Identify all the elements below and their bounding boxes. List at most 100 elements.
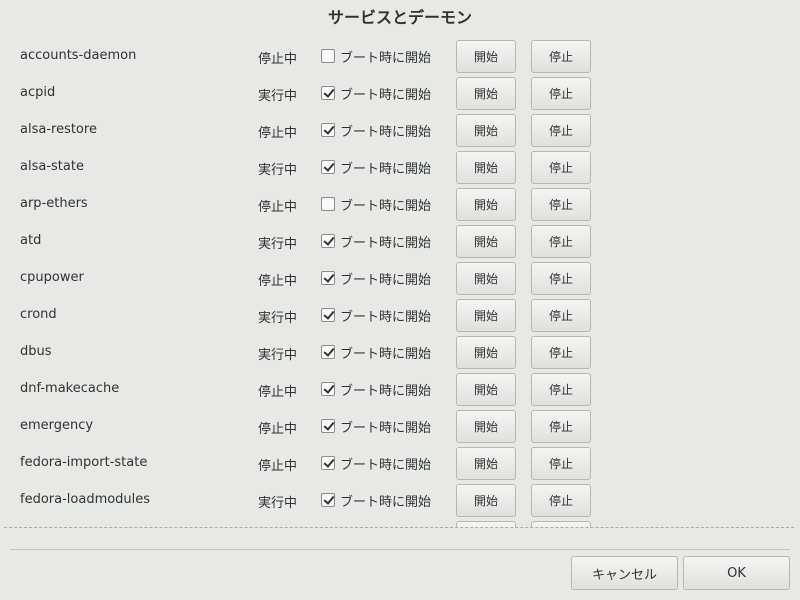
service-state: 停止中: [258, 200, 298, 215]
stop-button[interactable]: 停止: [531, 40, 591, 73]
checkbox-checked-icon[interactable]: [321, 308, 335, 322]
service-state: 停止中: [258, 422, 298, 437]
stop-button[interactable]: 停止: [531, 151, 591, 184]
service-name: dnf-makecache: [20, 381, 120, 396]
stop-button[interactable]: 停止: [531, 225, 591, 258]
service-list[interactable]: accounts-daemon 停止中 ブート時に開始 開始 停止 acpid 実行中 ブート…: [0, 38, 800, 528]
boot-start-label: ブート時に開始: [340, 457, 432, 473]
stop-button[interactable]: 停止: [531, 114, 591, 147]
start-button[interactable]: 開始: [456, 299, 516, 332]
checkbox-checked-icon[interactable]: [321, 456, 335, 470]
checkbox-checked-icon[interactable]: [321, 493, 335, 507]
start-button[interactable]: 開始: [456, 151, 516, 184]
boot-start-checkbox[interactable]: ブート時に開始: [321, 159, 432, 177]
service-state: 実行中: [258, 89, 298, 104]
checkbox-unchecked-icon[interactable]: [321, 197, 335, 211]
stop-button[interactable]: 停止: [531, 77, 591, 110]
stop-button[interactable]: 停止: [531, 188, 591, 221]
service-state: 停止中: [258, 385, 298, 400]
service-state: 停止中: [258, 52, 298, 67]
stop-button[interactable]: 停止: [531, 299, 591, 332]
boot-start-label: ブート時に開始: [340, 124, 432, 140]
start-button[interactable]: 開始: [456, 447, 516, 480]
start-button[interactable]: 開始: [456, 40, 516, 73]
service-name: fedora-import-state: [20, 455, 148, 470]
start-button[interactable]: 開始: [456, 114, 516, 147]
ok-button[interactable]: OK: [683, 556, 790, 590]
checkbox-checked-icon[interactable]: [321, 271, 335, 285]
start-button[interactable]: 開始: [456, 225, 516, 258]
stop-button[interactable]: 停止: [531, 447, 591, 480]
start-button[interactable]: 開始: [456, 188, 516, 221]
stop-button[interactable]: 停止: [531, 336, 591, 369]
service-state: 実行中: [258, 311, 298, 326]
service-state: 停止中: [258, 126, 298, 141]
service-row: emergency 停止中 ブート時に開始 開始 停止: [0, 408, 800, 445]
service-name: fedora-loadmodules: [20, 492, 151, 507]
service-row: acpid 実行中 ブート時に開始 開始 停止: [0, 75, 800, 112]
boot-start-label: ブート時に開始: [340, 87, 432, 103]
stop-button[interactable]: 停止: [531, 410, 591, 443]
service-row: fedora-import-state 停止中 ブート時に開始 開始 停止: [0, 445, 800, 482]
service-name: dbus: [20, 344, 52, 359]
start-button[interactable]: 開始: [456, 410, 516, 443]
checkbox-checked-icon[interactable]: [321, 234, 335, 248]
service-state: 実行中: [258, 348, 298, 363]
service-state: 実行中: [258, 237, 298, 252]
checkbox-checked-icon[interactable]: [321, 86, 335, 100]
boot-start-label: ブート時に開始: [340, 494, 432, 510]
service-state: 実行中: [258, 163, 298, 178]
service-state: 実行中: [258, 496, 298, 511]
boot-start-label: ブート時に開始: [340, 346, 432, 362]
boot-start-checkbox[interactable]: ブート時に開始: [321, 492, 432, 510]
service-row: crond 実行中 ブート時に開始 開始 停止: [0, 297, 800, 334]
boot-start-label: ブート時に開始: [340, 420, 432, 436]
boot-start-checkbox[interactable]: ブート時に開始: [321, 196, 432, 214]
start-button[interactable]: 開始: [456, 77, 516, 110]
service-row: alsa-state 実行中 ブート時に開始 開始 停止: [0, 149, 800, 186]
boot-start-label: ブート時に開始: [340, 161, 432, 177]
boot-start-checkbox[interactable]: ブート時に開始: [321, 418, 432, 436]
cancel-button[interactable]: キャンセル: [571, 556, 678, 590]
service-row: fedora-loadmodules 実行中 ブート時に開始 開始 停止: [0, 482, 800, 519]
boot-start-checkbox[interactable]: ブート時に開始: [321, 344, 432, 362]
boot-start-checkbox[interactable]: ブート時に開始: [321, 85, 432, 103]
service-name: arp-ethers: [20, 196, 88, 211]
boot-start-checkbox[interactable]: ブート時に開始: [321, 455, 432, 473]
service-row: atd 実行中 ブート時に開始 開始 停止: [0, 223, 800, 260]
dialog-title: サービスとデーモン: [327, 8, 472, 27]
service-name: emergency: [20, 418, 94, 433]
checkbox-unchecked-icon[interactable]: [321, 49, 335, 63]
boot-start-label: ブート時に開始: [340, 198, 432, 214]
service-row: dnf-makecache 停止中 ブート時に開始 開始 停止: [0, 371, 800, 408]
checkbox-checked-icon[interactable]: [321, 345, 335, 359]
footer-separator: [10, 549, 790, 550]
start-button[interactable]: 開始: [456, 262, 516, 295]
service-name: alsa-state: [20, 159, 84, 174]
checkbox-checked-icon[interactable]: [321, 419, 335, 433]
stop-button[interactable]: 停止: [531, 262, 591, 295]
stop-button[interactable]: 停止: [531, 373, 591, 406]
boot-start-checkbox[interactable]: ブート時に開始: [321, 48, 432, 66]
stop-button[interactable]: 停止: [531, 484, 591, 517]
boot-start-checkbox[interactable]: ブート時に開始: [321, 381, 432, 399]
scroll-divider: [4, 527, 794, 528]
checkbox-checked-icon[interactable]: [321, 160, 335, 174]
checkbox-checked-icon[interactable]: [321, 382, 335, 396]
service-name: alsa-restore: [20, 122, 97, 137]
service-row: accounts-daemon 停止中 ブート時に開始 開始 停止: [0, 38, 800, 75]
checkbox-checked-icon[interactable]: [321, 123, 335, 137]
boot-start-label: ブート時に開始: [340, 383, 432, 399]
service-row: arp-ethers 停止中 ブート時に開始 開始 停止: [0, 186, 800, 223]
service-name: acpid: [20, 85, 56, 100]
start-button[interactable]: 開始: [456, 373, 516, 406]
boot-start-checkbox[interactable]: ブート時に開始: [321, 233, 431, 251]
start-button[interactable]: 開始: [456, 484, 516, 517]
start-button[interactable]: 開始: [456, 336, 516, 369]
service-name: cpupower: [20, 270, 84, 285]
service-name: atd: [20, 233, 42, 248]
boot-start-checkbox[interactable]: ブート時に開始: [321, 122, 432, 140]
boot-start-checkbox[interactable]: ブート時に開始: [321, 307, 431, 325]
boot-start-label: ブート時に開始: [340, 50, 432, 66]
boot-start-checkbox[interactable]: ブート時に開始: [321, 270, 431, 288]
